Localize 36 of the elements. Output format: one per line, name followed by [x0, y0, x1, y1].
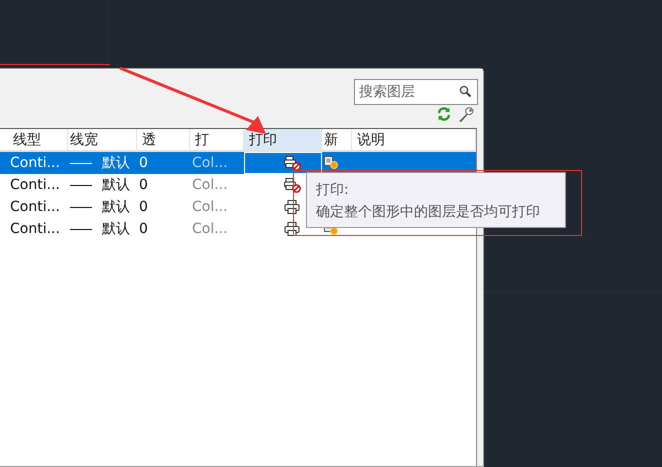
- table-cell-text: 默认: [101, 176, 130, 194]
- table-row[interactable]: Conti... 默认 0 Col...: [0, 152, 476, 174]
- printer-icon[interactable]: [284, 222, 300, 236]
- column-header[interactable]: 新: [322, 129, 352, 150]
- tooltip-text: 确定整个图形中的图层是否均可打印: [316, 203, 541, 222]
- printer-icon[interactable]: [284, 200, 300, 214]
- tooltip-title: 打印:: [316, 181, 350, 200]
- table-cell-text: Col...: [191, 199, 229, 215]
- new-viewport-icon[interactable]: [324, 156, 339, 170]
- table-cell-text: 默认: [101, 154, 130, 172]
- lineweight-line: [70, 228, 92, 230]
- column-header[interactable]: 打印: [244, 129, 322, 150]
- table-cell-text: 默认: [101, 220, 130, 238]
- lineweight-line: [70, 206, 92, 208]
- wrench-icon[interactable]: [458, 106, 474, 123]
- search-icon: [459, 85, 472, 98]
- column-header[interactable]: 线型: [8, 129, 68, 150]
- table-cell-text: Conti...: [9, 199, 61, 215]
- lineweight-line: [70, 162, 92, 164]
- table-cell-text: Col...: [191, 177, 229, 193]
- table-cell-text: Col...: [191, 221, 229, 237]
- table-cell-text: Conti...: [9, 177, 61, 193]
- table-cell-text: Conti...: [9, 155, 61, 171]
- table-cell-text: 默认: [101, 198, 130, 216]
- search-field[interactable]: 搜索图层: [354, 79, 478, 105]
- column-header[interactable]: 线宽: [68, 129, 137, 150]
- table-cell-text: 0: [138, 221, 149, 237]
- table-cell-text: 0: [138, 199, 149, 215]
- refresh-icon[interactable]: [436, 106, 452, 122]
- table-cell-text: Conti...: [9, 221, 61, 237]
- table-cell-text: 0: [138, 155, 149, 171]
- table-cell-text: Col...: [191, 155, 229, 171]
- lineweight-line: [70, 184, 92, 186]
- table-cell-text: 0: [138, 177, 149, 193]
- column-header[interactable]: 说明: [352, 129, 476, 150]
- column-header[interactable]: 透: [137, 129, 190, 150]
